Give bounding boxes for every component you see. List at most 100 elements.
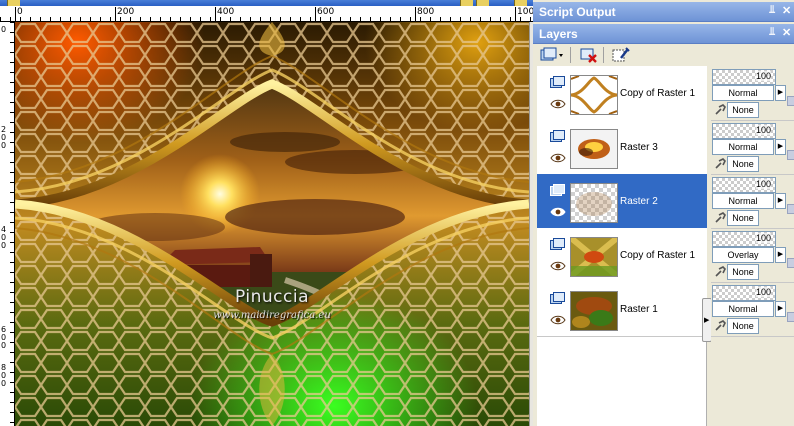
row-control[interactable]: [787, 150, 794, 160]
blend-dropdown-arrow-icon[interactable]: ▶: [775, 139, 786, 155]
mask-field[interactable]: None: [727, 210, 759, 226]
row-control[interactable]: [787, 258, 794, 268]
right-dock: Script Output ⫫ ✕ Layers ⫫ ✕ Copy of Ras…: [533, 0, 794, 426]
ruler-tick-label: 400: [214, 7, 235, 21]
pin-icon[interactable]: ⫫: [769, 26, 775, 39]
layer-props-row: 100 Normal ▶ None: [711, 120, 794, 175]
layer-row[interactable]: Copy of Raster 1: [537, 66, 707, 121]
layers-titlebar[interactable]: Layers ⫫ ✕: [533, 24, 794, 44]
link-icon[interactable]: [714, 158, 726, 170]
layer-row[interactable]: Raster 1: [537, 282, 707, 337]
layer-row-selected[interactable]: Raster 2: [537, 174, 707, 229]
blend-dropdown-arrow-icon[interactable]: ▶: [775, 193, 786, 209]
layer-thumbnail: [570, 237, 618, 277]
artwork-graphic: [15, 22, 529, 426]
layer-name: Raster 1: [620, 304, 658, 315]
mask-field[interactable]: None: [727, 102, 759, 118]
blend-mode-select[interactable]: Normal: [712, 193, 774, 209]
blend-dropdown-arrow-icon[interactable]: ▶: [775, 247, 786, 263]
eye-icon[interactable]: [550, 315, 566, 325]
toolbar-separator: [570, 47, 571, 63]
ruler-tick-label: 200: [114, 7, 135, 21]
opacity-value: 100: [755, 179, 771, 189]
new-layer-button[interactable]: [539, 46, 565, 64]
opacity-field[interactable]: 100: [712, 69, 776, 85]
eye-icon[interactable]: [550, 207, 566, 217]
opacity-field[interactable]: 100: [712, 231, 776, 247]
raster-layer-icon: [550, 184, 565, 196]
layer-props-row: 100 Normal ▶ None: [711, 174, 794, 229]
blend-mode-select[interactable]: Normal: [712, 139, 774, 155]
ruler-tick-label: 0: [15, 7, 23, 21]
layer-name: Copy of Raster 1: [620, 250, 696, 261]
toolbar-separator: [603, 47, 604, 63]
vertical-ruler: 0 2 0 0 4 0 0 6 0 0 8 0 0: [0, 22, 15, 426]
new-layer-icon: [540, 47, 563, 61]
delete-layer-icon: [580, 48, 597, 63]
blend-mode-select[interactable]: Normal: [712, 301, 774, 317]
raster-layer-icon: [550, 292, 565, 304]
layer-row[interactable]: Copy of Raster 1: [537, 228, 707, 283]
layer-name: Raster 2: [620, 196, 658, 207]
delete-layer-button[interactable]: [579, 46, 599, 64]
triangle-right-icon: ▶: [704, 317, 710, 324]
layer-thumbnail: [570, 75, 618, 115]
layers-title: Layers: [539, 27, 578, 41]
watermark-title: Pinuccia: [235, 287, 309, 307]
layer-properties-column: 100 Normal ▶ None 100 Normal ▶ None 100 …: [711, 66, 794, 426]
layer-props-row: 100 Normal ▶ None: [711, 282, 794, 337]
layer-thumbnail: [570, 291, 618, 331]
ruler-tick-label: 0: [1, 341, 7, 350]
eye-icon[interactable]: [550, 153, 566, 163]
opacity-field[interactable]: 100: [712, 123, 776, 139]
row-control[interactable]: [787, 204, 794, 214]
opacity-value: 100: [755, 233, 771, 243]
row-control[interactable]: [787, 312, 794, 322]
layer-thumbnail: [570, 129, 618, 169]
mask-field[interactable]: None: [727, 264, 759, 280]
layer-name: Copy of Raster 1: [620, 88, 696, 99]
link-icon[interactable]: [714, 266, 726, 278]
opacity-field[interactable]: 100: [712, 285, 776, 301]
ruler-tick-label: 0: [1, 141, 7, 150]
layers-toolbar: [533, 44, 794, 66]
opacity-field[interactable]: 100: [712, 177, 776, 193]
ruler-tick-label: 0: [1, 25, 7, 34]
layer-list: Copy of Raster 1 Raster 3 Raster 2 Copy …: [537, 66, 707, 426]
layer-name: Raster 3: [620, 142, 658, 153]
raster-layer-icon: [550, 130, 565, 142]
layer-properties-button[interactable]: [611, 46, 631, 64]
link-icon[interactable]: [714, 320, 726, 332]
opacity-value: 100: [755, 125, 771, 135]
mask-field[interactable]: None: [727, 318, 759, 334]
artwork-image[interactable]: Pinuccia www.maidiregrafica.eu: [15, 22, 529, 426]
blend-mode-select[interactable]: Overlay: [712, 247, 774, 263]
close-icon[interactable]: ✕: [782, 4, 791, 17]
horizontal-ruler: 0 200 400 600 800 100: [0, 6, 533, 22]
link-icon[interactable]: [714, 212, 726, 224]
blend-mode-select[interactable]: Normal: [712, 85, 774, 101]
eye-icon[interactable]: [550, 99, 566, 109]
raster-layer-icon: [550, 76, 565, 88]
blend-dropdown-arrow-icon[interactable]: ▶: [775, 85, 786, 101]
raster-layer-icon: [550, 238, 565, 250]
script-output-title: Script Output: [539, 5, 616, 19]
layer-props-row: 100 Overlay ▶ None: [711, 228, 794, 283]
ruler-tick-label: 800: [414, 7, 435, 21]
script-output-titlebar[interactable]: Script Output ⫫ ✕: [533, 2, 794, 22]
layer-props-row: 100 Normal ▶ None: [711, 66, 794, 121]
ruler-tick-label: 0: [1, 241, 7, 250]
link-icon[interactable]: [714, 104, 726, 116]
layer-row[interactable]: Raster 3: [537, 120, 707, 175]
pin-icon[interactable]: ⫫: [769, 4, 775, 17]
opacity-value: 100: [755, 71, 771, 81]
layer-properties-icon: [612, 47, 630, 62]
eye-icon[interactable]: [550, 261, 566, 271]
row-control[interactable]: [787, 96, 794, 106]
mask-field[interactable]: None: [727, 156, 759, 172]
close-icon[interactable]: ✕: [782, 26, 791, 39]
image-canvas-area: 0 200 400 600 800 100 0 2 0 0 4 0 0 6 0 …: [0, 0, 534, 426]
ruler-tick-label: 100: [514, 7, 533, 21]
layer-thumbnail: [570, 183, 618, 223]
blend-dropdown-arrow-icon[interactable]: ▶: [775, 301, 786, 317]
